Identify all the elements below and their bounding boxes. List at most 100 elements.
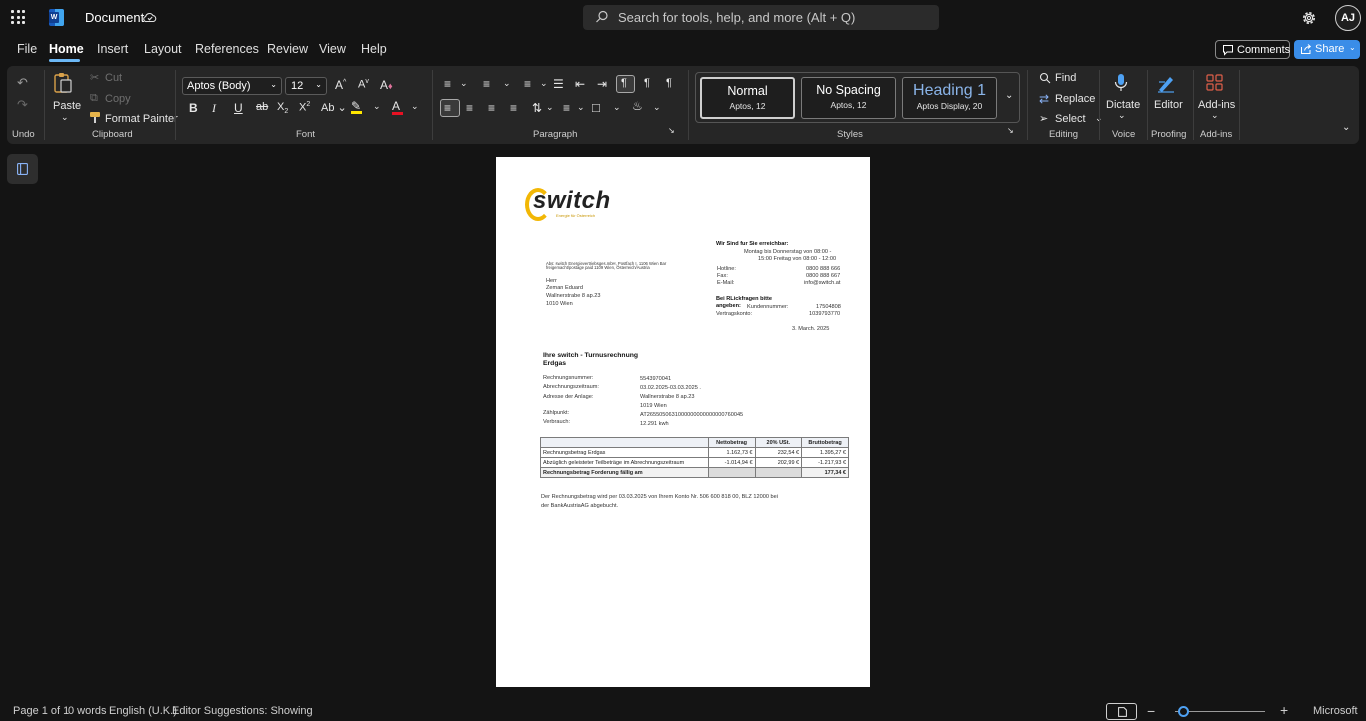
show-formatting-icon[interactable]: ¶: [666, 77, 672, 89]
chevron-down-icon[interactable]: ⌄: [1118, 110, 1126, 121]
bold-icon[interactable]: B: [189, 101, 198, 115]
undo-icon[interactable]: ↶: [17, 75, 28, 91]
change-case-icon[interactable]: Ab ⌄: [321, 101, 347, 114]
zoom-slider-thumb[interactable]: [1178, 706, 1189, 717]
document-title[interactable]: Document: [85, 10, 144, 25]
strikethrough-icon[interactable]: ab: [256, 101, 268, 113]
increase-indent-icon[interactable]: ⇥: [597, 77, 607, 91]
print-layout-button[interactable]: [1106, 703, 1137, 720]
addins-icon[interactable]: [1206, 74, 1223, 91]
table-cell: 202,99 €: [754, 457, 803, 468]
superscript-icon[interactable]: X2: [299, 101, 310, 114]
paragraph-spacing-icon[interactable]: ≡: [563, 101, 570, 115]
paste-button[interactable]: Paste: [53, 100, 81, 112]
style-heading-1[interactable]: Heading 1 Aptos Display, 20: [902, 77, 997, 119]
undo-group-label: Undo: [12, 129, 35, 140]
replace-button[interactable]: Replace: [1055, 93, 1095, 105]
copy-button[interactable]: Copy: [105, 93, 131, 105]
select-button[interactable]: Select: [1055, 113, 1086, 125]
clear-formatting-icon[interactable]: A♦: [380, 78, 393, 92]
chevron-down-icon[interactable]: ⌄: [503, 78, 511, 89]
tab-layout[interactable]: Layout: [144, 42, 182, 56]
zoom-in-icon[interactable]: +: [1280, 702, 1288, 718]
ribbon-collapse-icon[interactable]: ⌄: [1342, 122, 1350, 133]
tab-help[interactable]: Help: [361, 42, 387, 56]
chevron-down-icon[interactable]: ⌄: [373, 101, 381, 112]
bullets-icon[interactable]: ≡: [444, 77, 451, 91]
multilevel-list-icon[interactable]: ≡: [524, 77, 531, 91]
italic-icon[interactable]: I: [212, 101, 216, 116]
checklist-icon[interactable]: ☰: [553, 77, 564, 91]
style-normal[interactable]: Normal Aptos, 12: [700, 77, 795, 119]
language-indicator[interactable]: English (U.K.): [109, 705, 177, 717]
gear-icon[interactable]: [1300, 9, 1318, 27]
comments-button[interactable]: Comments: [1215, 40, 1290, 59]
editor-icon[interactable]: [1156, 73, 1176, 93]
chevron-down-icon[interactable]: ⌄: [460, 78, 468, 89]
period-label: Abrechnungszeitraum:: [543, 384, 599, 390]
dialog-launcher-icon[interactable]: ↘: [1007, 126, 1014, 135]
line-spacing-icon[interactable]: ⇅: [532, 101, 542, 115]
chevron-down-icon[interactable]: ⌄: [653, 102, 661, 113]
find-button[interactable]: Find: [1055, 72, 1076, 84]
status-bar: Page 1 of 1 0 words English (U.K.) Edito…: [0, 701, 1366, 721]
app-launcher-icon[interactable]: [11, 10, 25, 24]
search-box[interactable]: Search for tools, help, and more (Alt + …: [583, 5, 939, 30]
chevron-down-icon[interactable]: ⌄: [411, 101, 419, 112]
share-button[interactable]: Share ⌄: [1294, 40, 1360, 59]
paste-icon[interactable]: [53, 72, 73, 94]
cloud-saved-icon[interactable]: [143, 11, 157, 23]
borders-icon[interactable]: □: [592, 100, 600, 115]
justify-icon[interactable]: ≡: [510, 101, 517, 115]
align-right-icon[interactable]: ≡: [488, 101, 495, 115]
cut-button[interactable]: Cut: [105, 72, 122, 84]
chevron-down-icon[interactable]: ⌄: [546, 102, 554, 113]
font-color-icon[interactable]: A: [392, 99, 403, 115]
chevron-down-icon[interactable]: ⌄: [613, 102, 621, 113]
decrease-indent-icon[interactable]: ⇤: [575, 77, 585, 91]
page-icon: [1118, 707, 1127, 717]
hotline-label: Hotline:: [717, 266, 736, 272]
font-name-select[interactable]: Aptos (Body) ⌄: [182, 77, 282, 95]
word-count[interactable]: 0 words: [68, 705, 107, 717]
tab-file[interactable]: File: [17, 42, 37, 56]
numbering-icon[interactable]: ≡: [483, 77, 490, 91]
zoom-out-icon[interactable]: −: [1147, 703, 1155, 719]
table-cell: 1.395,27 €: [801, 447, 849, 458]
font-group-label: Font: [296, 129, 316, 140]
navigation-pane-button[interactable]: [7, 154, 38, 184]
word-logo-icon[interactable]: [49, 9, 64, 26]
highlight-icon[interactable]: ✎: [351, 99, 362, 114]
tab-insert[interactable]: Insert: [97, 42, 128, 56]
document-page[interactable]: switch Energie für Österreich Wir Sind f…: [496, 157, 870, 687]
tab-view[interactable]: View: [319, 42, 346, 56]
style-no-spacing[interactable]: No Spacing Aptos, 12: [801, 77, 896, 119]
format-painter-button[interactable]: Format Painter: [105, 113, 178, 125]
editor-suggestions[interactable]: Editor Suggestions: Showing: [172, 705, 313, 717]
chevron-down-icon[interactable]: ⌄: [1211, 110, 1219, 121]
align-center-icon[interactable]: ≡: [466, 101, 473, 115]
chevron-down-icon[interactable]: ⌄: [577, 102, 585, 113]
letter-date: 3. March. 2025: [792, 326, 830, 332]
chevron-down-icon[interactable]: ⌄: [61, 112, 69, 123]
rtl-icon[interactable]: ¶: [644, 77, 650, 89]
font-size-select[interactable]: 12 ⌄: [285, 77, 327, 95]
redo-icon[interactable]: ↷: [17, 97, 28, 113]
paragraph-group-label: Paragraph: [533, 129, 578, 140]
chevron-down-icon[interactable]: ⌄: [1005, 90, 1013, 101]
shading-icon[interactable]: ♨: [632, 99, 643, 113]
subscript-icon[interactable]: X2: [277, 101, 288, 115]
tab-home[interactable]: Home: [49, 42, 84, 56]
page-count[interactable]: Page 1 of 1: [13, 705, 69, 717]
shrink-font-icon[interactable]: Av: [358, 78, 369, 91]
tab-review[interactable]: Review: [267, 42, 308, 56]
tab-references[interactable]: References: [195, 42, 259, 56]
microphone-icon[interactable]: [1114, 73, 1128, 93]
table-row: Rechnungsbetrag Erdgas 1.162,73 € 232,54…: [540, 447, 849, 458]
dialog-launcher-icon[interactable]: ↘: [668, 126, 675, 135]
grow-font-icon[interactable]: A^: [335, 78, 346, 92]
avatar[interactable]: AJ: [1335, 5, 1361, 31]
chevron-down-icon[interactable]: ⌄: [540, 78, 548, 89]
underline-icon[interactable]: U: [234, 101, 243, 115]
editor-button[interactable]: Editor: [1154, 99, 1183, 111]
